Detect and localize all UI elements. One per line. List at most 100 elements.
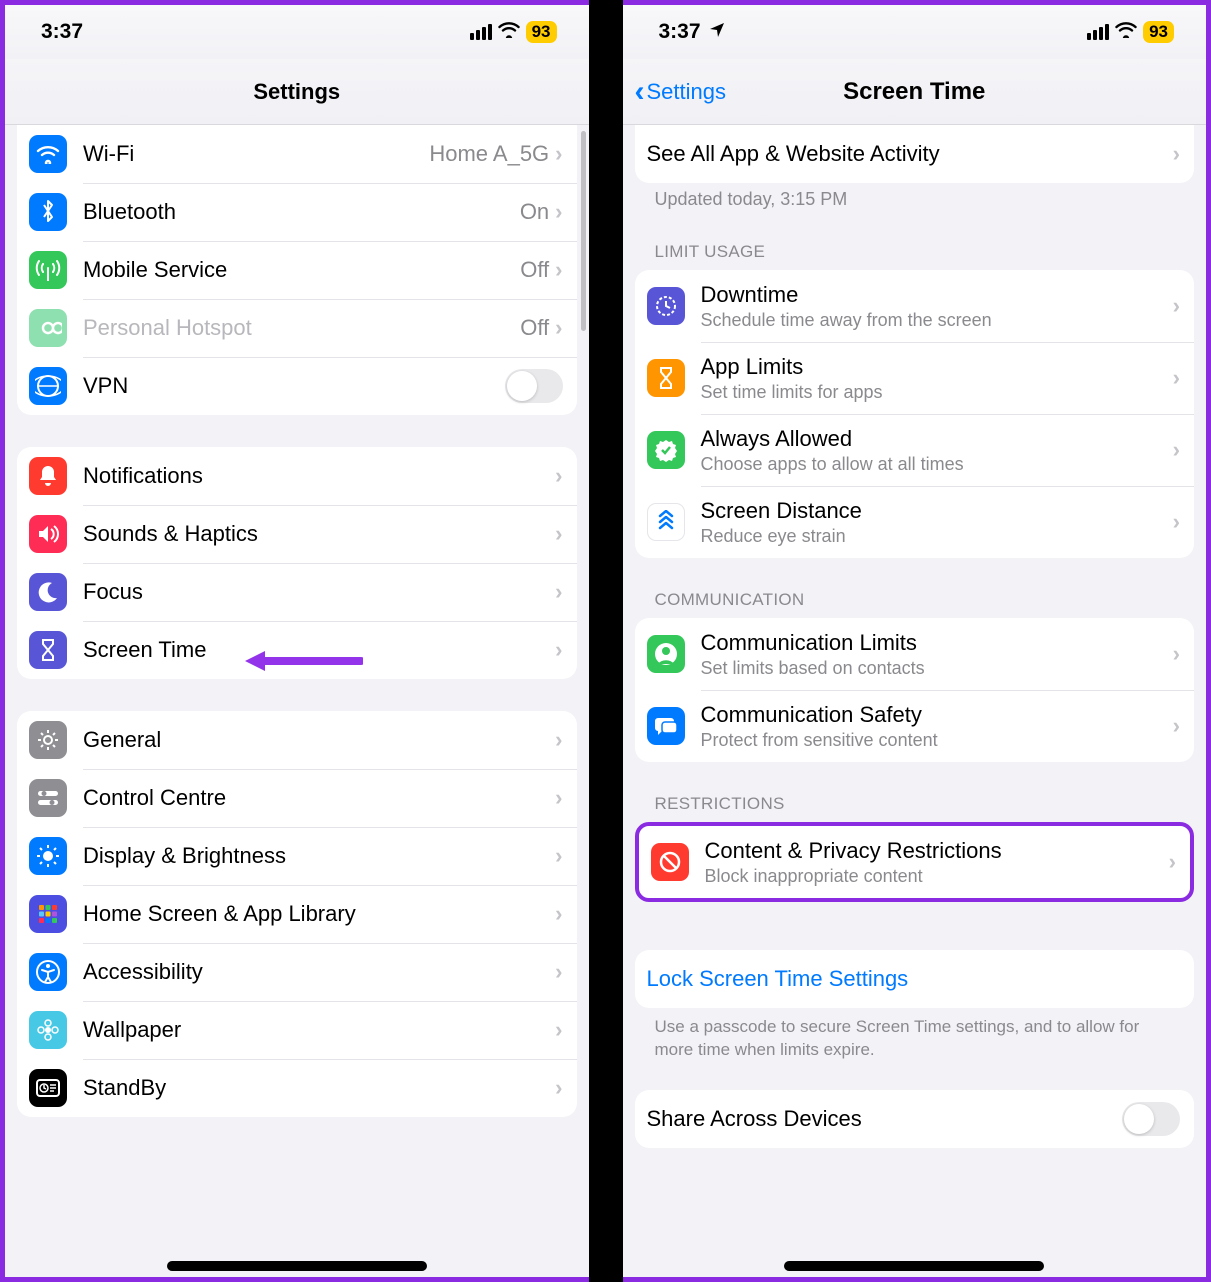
- group-restrictions: Content & Privacy RestrictionsBlock inap…: [635, 822, 1195, 902]
- downtime-icon: [647, 287, 685, 325]
- row-control-centre[interactable]: Control Centre ›: [17, 769, 577, 827]
- status-bar: 3:37 93: [623, 5, 1207, 59]
- row-label: Mobile Service: [83, 257, 520, 283]
- row-always-allowed[interactable]: Always AllowedChoose apps to allow at al…: [635, 414, 1195, 486]
- antenna-icon: [29, 251, 67, 289]
- battery-indicator: 93: [1143, 21, 1174, 43]
- row-label: Wi-Fi: [83, 141, 429, 167]
- row-display[interactable]: Display & Brightness ›: [17, 827, 577, 885]
- row-label: General: [83, 727, 555, 753]
- chevron-right-icon: ›: [1173, 365, 1180, 391]
- row-value: Home A_5G: [429, 141, 549, 167]
- group-activity: See All App & Website Activity ›: [635, 125, 1195, 183]
- row-label: Lock Screen Time Settings: [647, 966, 1181, 992]
- status-time: 3:37: [41, 20, 83, 44]
- check-badge-icon: [647, 431, 685, 469]
- settings-group-connectivity: Wi-Fi Home A_5G › Bluetooth On › M: [17, 125, 577, 415]
- row-sublabel: Set limits based on contacts: [701, 658, 1173, 679]
- home-indicator[interactable]: [784, 1261, 1044, 1271]
- home-indicator[interactable]: [167, 1261, 427, 1271]
- row-label: Wallpaper: [83, 1017, 555, 1043]
- row-downtime[interactable]: DowntimeSchedule time away from the scre…: [635, 270, 1195, 342]
- row-standby[interactable]: StandBy ›: [17, 1059, 577, 1117]
- chevron-right-icon: ›: [555, 199, 562, 225]
- distance-icon: [647, 503, 685, 541]
- cell-signal-icon: [1087, 24, 1109, 40]
- row-home-screen[interactable]: Home Screen & App Library ›: [17, 885, 577, 943]
- row-sounds[interactable]: Sounds & Haptics ›: [17, 505, 577, 563]
- row-screen-time[interactable]: Screen Time ›: [17, 621, 577, 679]
- row-label: Communication Limits: [701, 630, 1173, 656]
- row-sublabel: Choose apps to allow at all times: [701, 454, 1173, 475]
- chevron-right-icon: ›: [1173, 293, 1180, 319]
- chevron-right-icon: ›: [555, 727, 562, 753]
- messages-icon: [647, 707, 685, 745]
- back-button[interactable]: ‹ Settings: [635, 79, 727, 105]
- row-mobile-service[interactable]: Mobile Service Off ›: [17, 241, 577, 299]
- row-notifications[interactable]: Notifications ›: [17, 447, 577, 505]
- row-wallpaper[interactable]: Wallpaper ›: [17, 1001, 577, 1059]
- share-toggle[interactable]: [1122, 1102, 1180, 1136]
- moon-icon: [29, 573, 67, 611]
- row-label: Notifications: [83, 463, 555, 489]
- row-label: Personal Hotspot: [83, 315, 520, 341]
- phone-screen-time: 3:37 93 ‹ Settings Screen Time See All A…: [623, 0, 1211, 1282]
- row-label: Bluetooth: [83, 199, 520, 225]
- row-comm-limits[interactable]: Communication LimitsSet limits based on …: [635, 618, 1195, 690]
- row-sublabel: Set time limits for apps: [701, 382, 1173, 403]
- group-share: Share Across Devices: [635, 1090, 1195, 1148]
- nav-header: ‹ Settings Screen Time: [623, 59, 1207, 125]
- row-lock-settings[interactable]: Lock Screen Time Settings: [635, 950, 1195, 1008]
- row-see-activity[interactable]: See All App & Website Activity ›: [635, 125, 1195, 183]
- scrollbar[interactable]: [581, 131, 586, 331]
- row-general[interactable]: General ›: [17, 711, 577, 769]
- row-label: Content & Privacy Restrictions: [705, 838, 1169, 864]
- row-bluetooth[interactable]: Bluetooth On ›: [17, 183, 577, 241]
- row-value: On: [520, 199, 549, 225]
- row-app-limits[interactable]: App LimitsSet time limits for apps ›: [635, 342, 1195, 414]
- chevron-right-icon: ›: [555, 1075, 562, 1101]
- row-comm-safety[interactable]: Communication SafetyProtect from sensiti…: [635, 690, 1195, 762]
- speaker-icon: [29, 515, 67, 553]
- hourglass-icon: [29, 631, 67, 669]
- row-label: VPN: [83, 373, 505, 399]
- chevron-right-icon: ›: [1173, 437, 1180, 463]
- row-wifi[interactable]: Wi-Fi Home A_5G ›: [17, 125, 577, 183]
- row-share-devices[interactable]: Share Across Devices: [635, 1090, 1195, 1148]
- group-lock: Lock Screen Time Settings: [635, 950, 1195, 1008]
- chevron-right-icon: ›: [1173, 713, 1180, 739]
- hotspot-icon: [29, 309, 67, 347]
- row-sublabel: Schedule time away from the screen: [701, 310, 1173, 331]
- chevron-right-icon: ›: [1173, 641, 1180, 667]
- row-focus[interactable]: Focus ›: [17, 563, 577, 621]
- row-label: Share Across Devices: [647, 1106, 1123, 1132]
- settings-group-attention: Notifications › Sounds & Haptics › Focus…: [17, 447, 577, 679]
- row-screen-distance[interactable]: Screen DistanceReduce eye strain ›: [635, 486, 1195, 558]
- row-personal-hotspot[interactable]: Personal Hotspot Off ›: [17, 299, 577, 357]
- row-content-privacy[interactable]: Content & Privacy RestrictionsBlock inap…: [639, 826, 1191, 898]
- accessibility-icon: [29, 953, 67, 991]
- back-label: Settings: [647, 79, 727, 105]
- row-label: Always Allowed: [701, 426, 1173, 452]
- row-value: Off: [520, 257, 549, 283]
- chevron-right-icon: ›: [555, 785, 562, 811]
- row-value: Off: [520, 315, 549, 341]
- chevron-right-icon: ›: [555, 1017, 562, 1043]
- app-grid-icon: [29, 895, 67, 933]
- vpn-toggle[interactable]: [505, 369, 563, 403]
- chevron-right-icon: ›: [555, 257, 562, 283]
- group-limit-usage: DowntimeSchedule time away from the scre…: [635, 270, 1195, 558]
- row-vpn[interactable]: VPN: [17, 357, 577, 415]
- globe-icon: [29, 367, 67, 405]
- chevron-right-icon: ›: [555, 141, 562, 167]
- chevron-right-icon: ›: [555, 637, 562, 663]
- bell-icon: [29, 457, 67, 495]
- row-accessibility[interactable]: Accessibility ›: [17, 943, 577, 1001]
- page-title: Settings: [253, 79, 340, 105]
- no-entry-icon: [651, 843, 689, 881]
- row-label: Display & Brightness: [83, 843, 555, 869]
- hourglass-icon: [647, 359, 685, 397]
- row-label: Sounds & Haptics: [83, 521, 555, 547]
- section-header-limit: LIMIT USAGE: [655, 242, 1195, 262]
- row-label: Downtime: [701, 282, 1173, 308]
